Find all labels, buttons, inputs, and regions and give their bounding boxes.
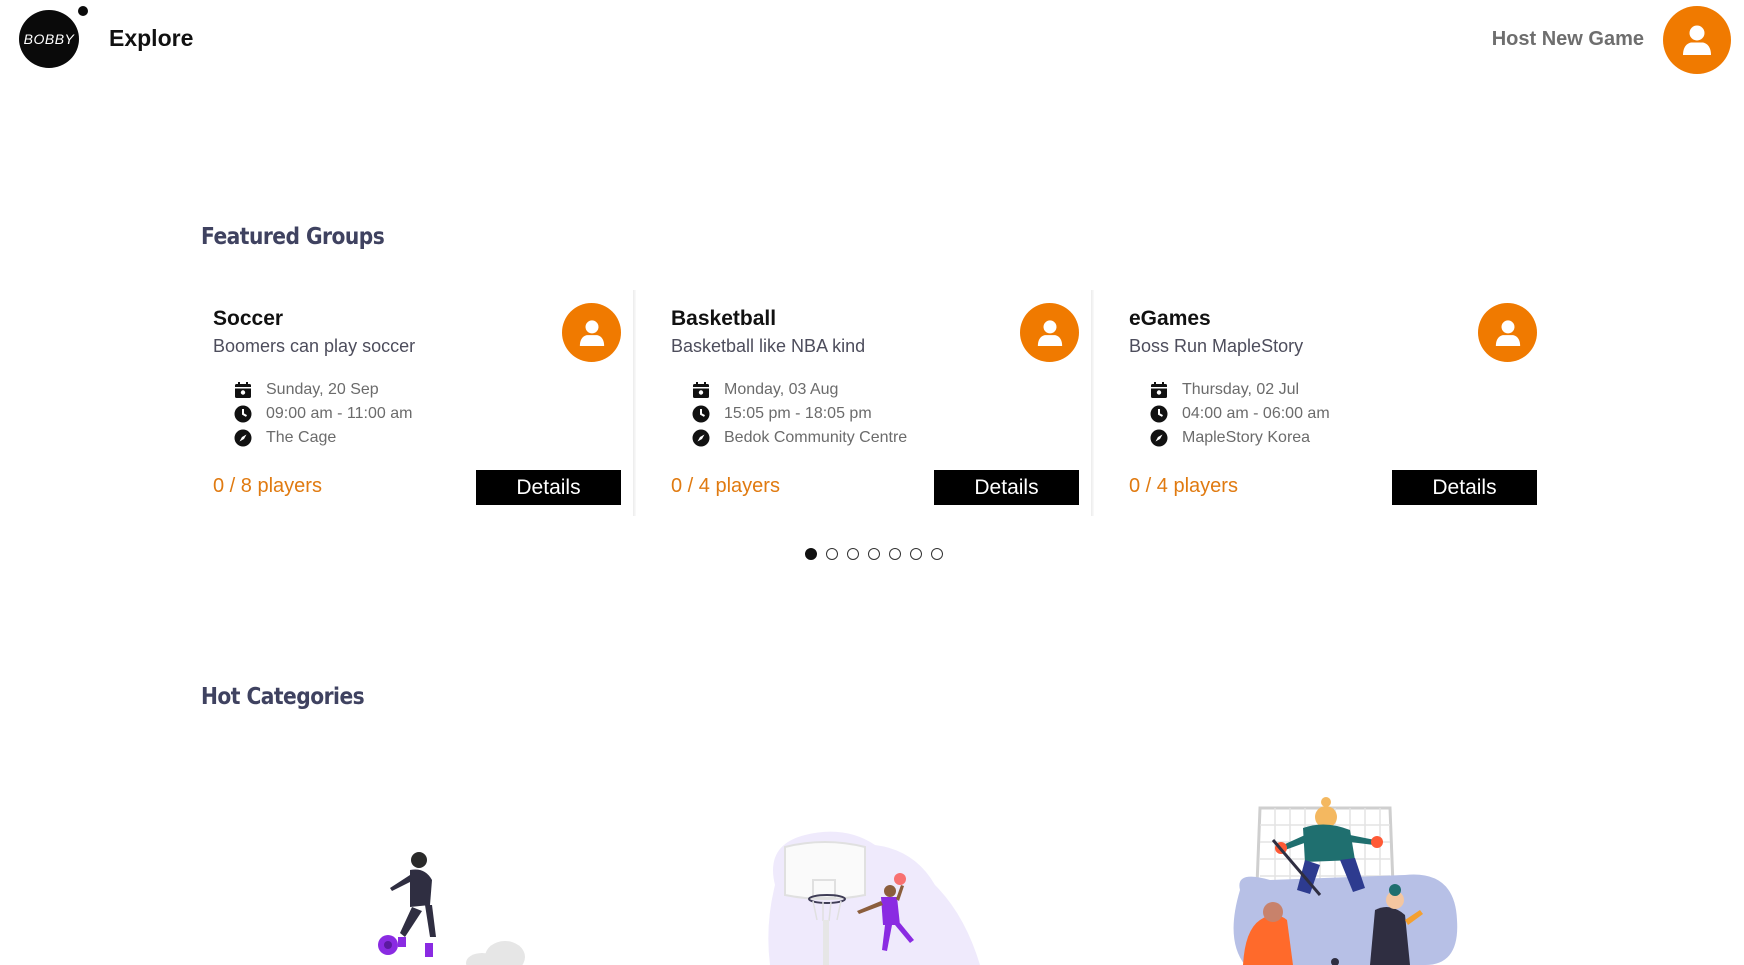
card-subtitle: Basketball like NBA kind <box>671 336 866 356</box>
location-row: MapleStory Korea <box>1150 429 1310 447</box>
details-button[interactable]: Details <box>476 470 621 505</box>
logo[interactable]: BOBBY <box>19 10 79 68</box>
date-row: Sunday, 20 Sep <box>234 381 379 399</box>
group-card: Soccer Boomers can play soccer Sunday, 2… <box>201 290 621 516</box>
page-title[interactable]: Explore <box>109 25 193 52</box>
host-avatar[interactable] <box>562 303 621 362</box>
group-card: Basketball Basketball like NBA kind Mond… <box>659 290 1079 516</box>
group-card: eGames Boss Run MapleStory Thursday, 02 … <box>1117 290 1537 516</box>
featured-carousel: Soccer Boomers can play soccer Sunday, 2… <box>201 290 1548 516</box>
players-count: 0 / 4 players <box>1129 475 1238 497</box>
date-row: Monday, 03 Aug <box>692 381 838 399</box>
date-text: Monday, 03 Aug <box>724 381 839 398</box>
compass-icon <box>692 429 710 447</box>
hot-categories-heading: Hot Categories <box>201 684 365 710</box>
page: BOBBY Explore Host New Game Featured Gro… <box>0 0 1744 965</box>
card-divider <box>633 290 636 516</box>
time-row: 09:00 am - 11:00 am <box>234 405 412 423</box>
time-row: 04:00 am - 06:00 am <box>1150 405 1330 423</box>
logo-text: BOBBY <box>23 31 75 47</box>
details-button[interactable]: Details <box>1392 470 1537 505</box>
location-text: Bedok Community Centre <box>724 429 908 446</box>
basketball-player-image <box>768 831 980 965</box>
calendar-icon <box>693 382 709 398</box>
card-subtitle: Boss Run MapleStory <box>1129 336 1304 356</box>
soccer-illustration[interactable] <box>370 845 540 965</box>
user-icon <box>1683 25 1711 55</box>
profile-button[interactable] <box>1663 6 1731 74</box>
details-button[interactable]: Details <box>934 470 1079 505</box>
time-text: 04:00 am - 06:00 am <box>1182 405 1330 422</box>
pagination-dot[interactable] <box>868 548 880 560</box>
players-count: 0 / 8 players <box>213 475 322 497</box>
time-text: 09:00 am - 11:00 am <box>266 405 413 422</box>
card-subtitle: Boomers can play soccer <box>213 336 416 356</box>
calendar-icon <box>235 382 251 398</box>
compass-icon <box>1150 429 1168 447</box>
host-avatar[interactable] <box>1020 303 1079 362</box>
hockey-players-image <box>1233 797 1458 965</box>
location-row: The Cage <box>234 429 336 447</box>
pagination-dot[interactable] <box>931 548 943 560</box>
user-icon <box>1495 319 1520 346</box>
clock-icon <box>692 405 710 423</box>
players-count: 0 / 4 players <box>671 475 780 497</box>
pagination-dot[interactable] <box>889 548 901 560</box>
pagination-dot[interactable] <box>910 548 922 560</box>
hockey-illustration[interactable] <box>1225 790 1460 965</box>
pagination-dot[interactable] <box>805 548 817 560</box>
host-avatar[interactable] <box>1478 303 1537 362</box>
location-text: MapleStory Korea <box>1182 429 1311 446</box>
card-title: Soccer <box>213 307 284 330</box>
card-title: eGames <box>1129 307 1211 330</box>
host-new-game-link[interactable]: Host New Game <box>1492 28 1644 51</box>
card-divider <box>1091 290 1094 516</box>
soccer-player-image <box>378 852 525 965</box>
date-text: Thursday, 02 Jul <box>1182 381 1300 398</box>
date-row: Thursday, 02 Jul <box>1150 381 1299 399</box>
date-text: Sunday, 20 Sep <box>266 381 379 398</box>
basketball-illustration[interactable] <box>765 825 985 965</box>
featured-groups-heading: Featured Groups <box>201 224 385 250</box>
location-row: Bedok Community Centre <box>692 429 907 447</box>
card-title: Basketball <box>671 307 777 330</box>
user-icon <box>1037 319 1062 346</box>
time-text: 15:05 pm - 18:05 pm <box>724 405 872 422</box>
time-row: 15:05 pm - 18:05 pm <box>692 405 872 423</box>
location-text: The Cage <box>266 429 337 446</box>
calendar-icon <box>1151 382 1167 398</box>
user-icon <box>579 319 604 346</box>
carousel-pagination <box>805 548 943 560</box>
clock-icon <box>234 405 252 423</box>
compass-icon <box>234 429 252 447</box>
pagination-dot[interactable] <box>847 548 859 560</box>
clock-icon <box>1150 405 1168 423</box>
pagination-dot[interactable] <box>826 548 838 560</box>
logo-dot <box>78 6 88 16</box>
